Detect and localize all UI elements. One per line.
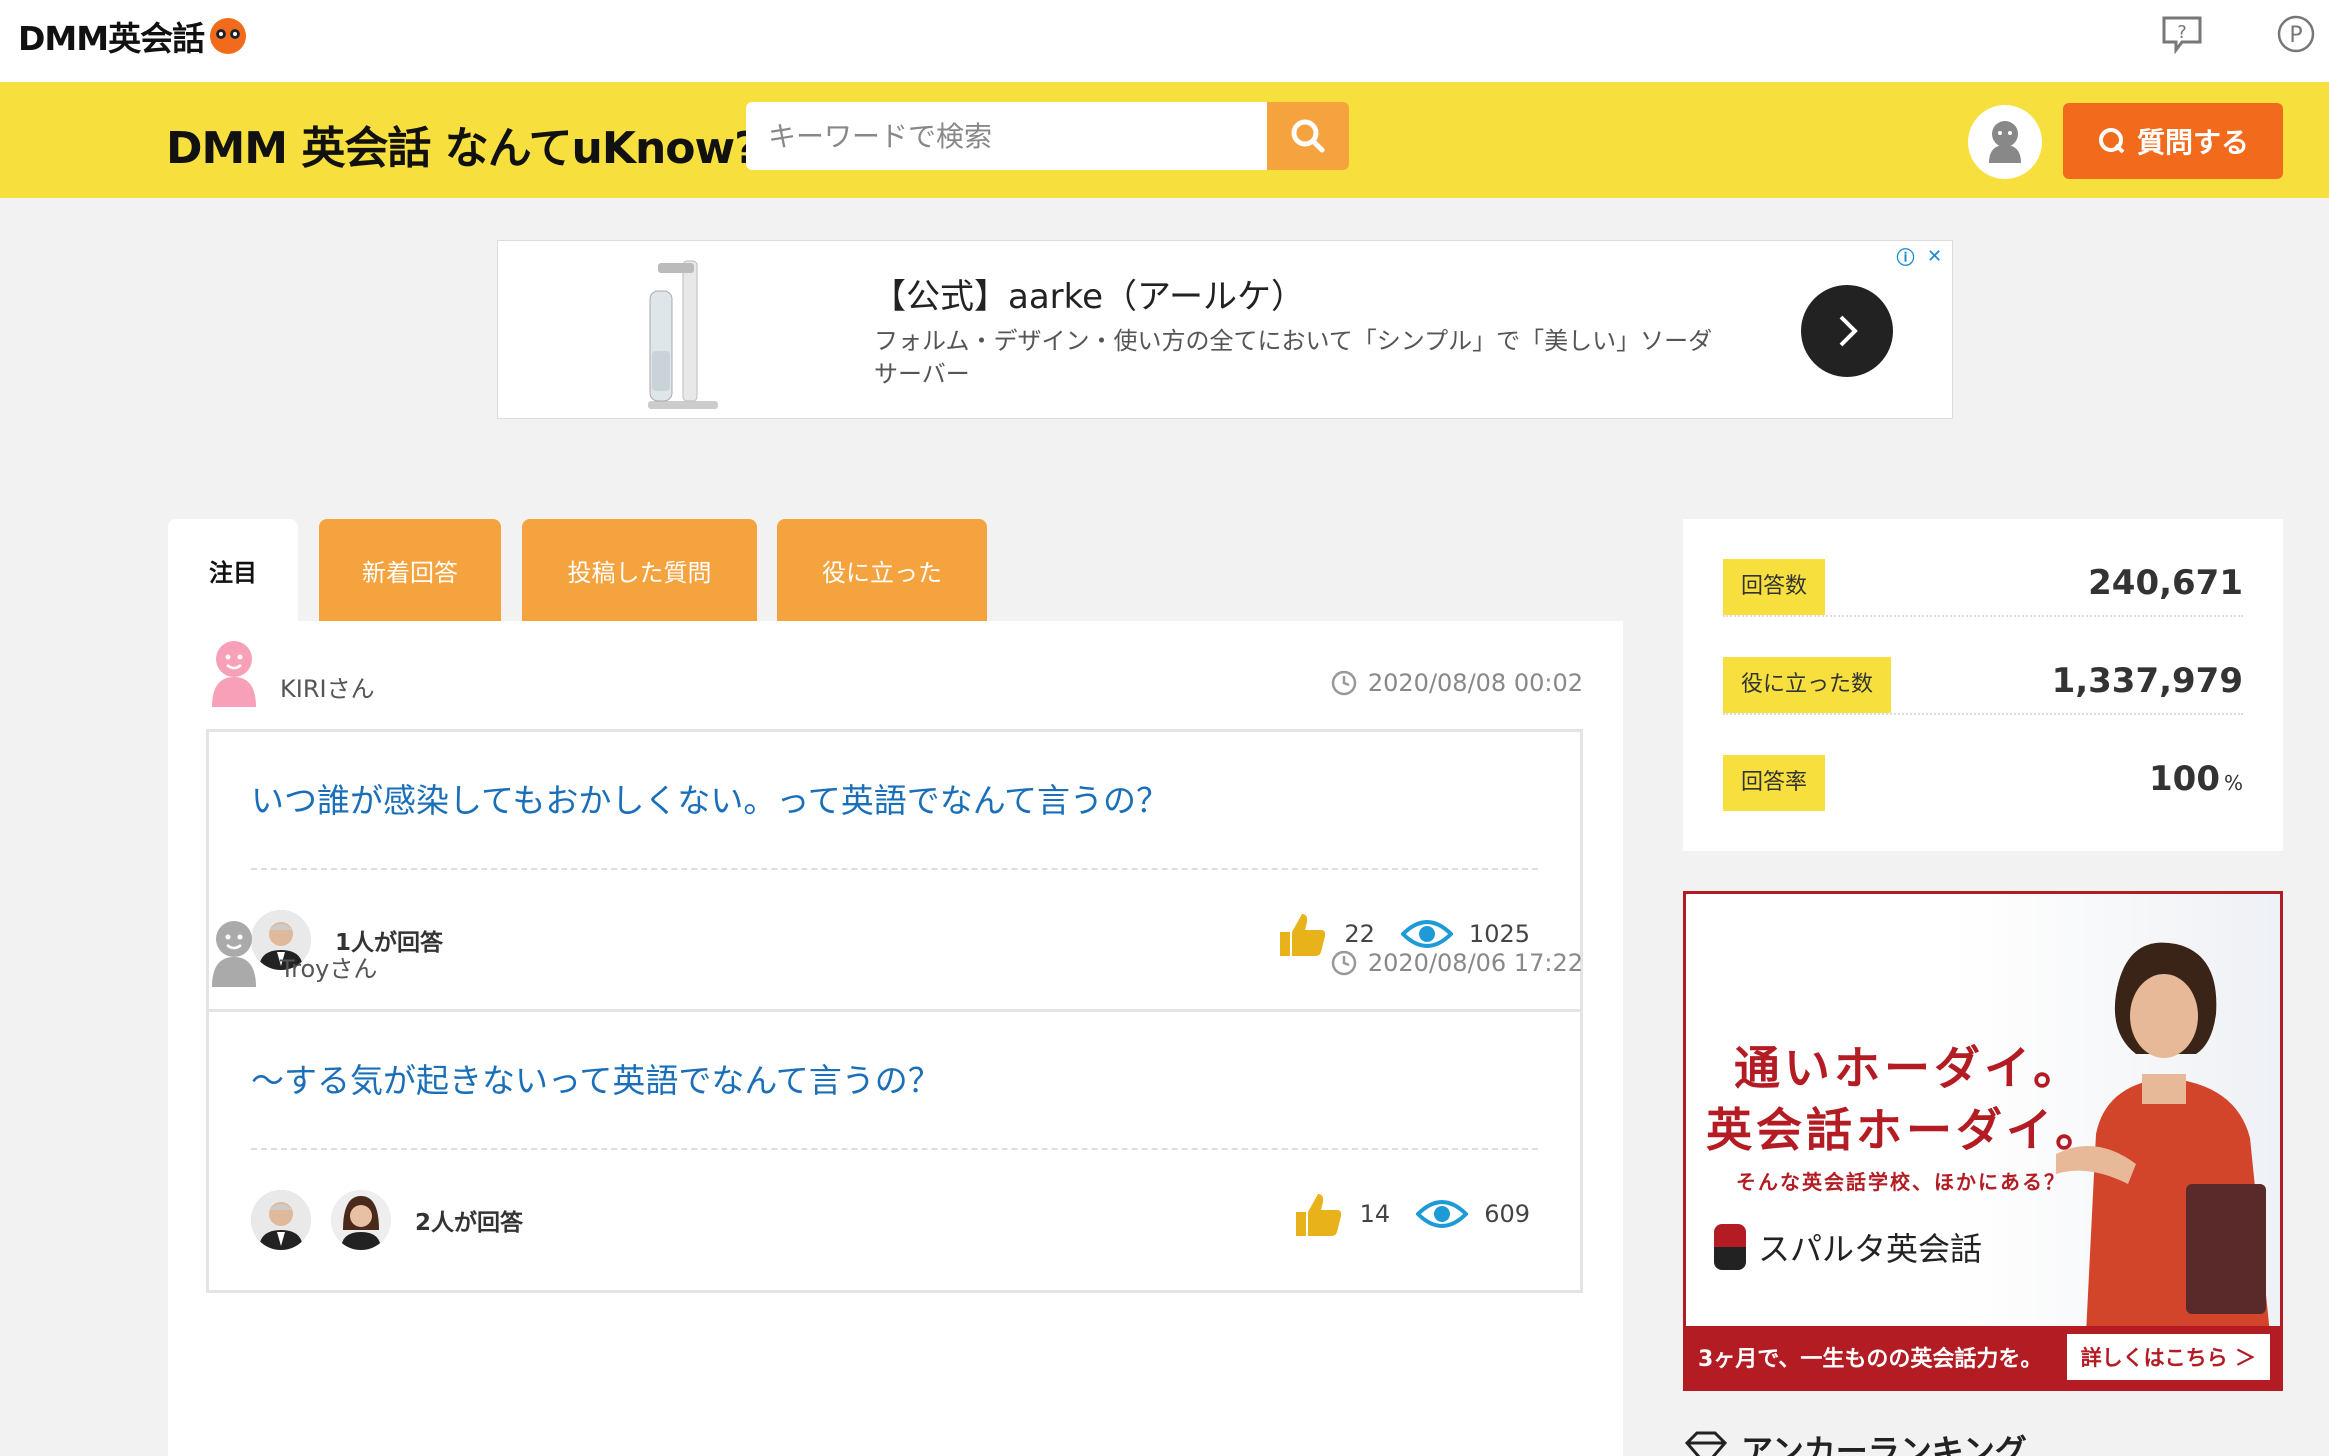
eye-icon (1416, 1200, 1469, 1228)
stat-value: 240,671 (2088, 563, 2243, 603)
ad-arrow-button[interactable] (1801, 285, 1893, 377)
user-avatar[interactable] (1968, 105, 2042, 179)
post-date: 2020/08/06 17:22 (1330, 949, 1583, 977)
answerers: 2人が回答 (251, 1190, 523, 1250)
post-username[interactable]: Troyさん (280, 949, 377, 984)
question-bubble-icon[interactable]: ? (2160, 14, 2204, 55)
owl-logo-icon (210, 18, 247, 54)
chevron-right-icon (1839, 315, 1858, 347)
post-date-text: 2020/08/06 17:22 (1367, 949, 1583, 977)
user-ghost-icon (1989, 121, 2021, 163)
card-divider (251, 868, 1538, 870)
dmm-logo-text: DMM英会話 (18, 19, 205, 58)
sidebar-ad-headline: 英会話ホーダイ。 (1706, 1103, 2106, 1157)
tab-helpful[interactable]: 役に立った (777, 519, 987, 621)
dmm-logo[interactable]: DMM英会話 (18, 12, 247, 60)
stat-value: 1,337,979 (2052, 661, 2243, 701)
sidebar-ad-headline: 通いホーダイ。 (1734, 1041, 2084, 1095)
ask-question-label: 質問する (2136, 126, 2249, 159)
stat-helpful: 役に立った数 1,337,979 (1723, 617, 2243, 715)
user-ghost-icon (212, 921, 256, 987)
answer-count: 2人が回答 (415, 1210, 524, 1236)
diamond-icon (1684, 1431, 1728, 1456)
stat-number: 240,671 (2088, 563, 2243, 603)
q-icon (2098, 128, 2125, 154)
tab-featured[interactable]: 注目 (168, 519, 298, 621)
site-stats-panel: 回答数 240,671 役に立った数 1,337,979 回答率 100% (1683, 519, 2283, 851)
ad-description: フォルム・デザイン・使い方の全てにおいて「シンプル」で「美しい」ソーダサーバー (874, 327, 1713, 388)
svg-text:?: ? (2177, 22, 2187, 43)
point-p-icon[interactable]: P (2276, 14, 2320, 54)
top-bar: DMM英会話 ? P (0, 0, 2329, 82)
question-card[interactable]: ～する気が起きないって英語でなんて言うの？ 2人が回答 14 609 (206, 1009, 1583, 1293)
sidebar-ad-details-button[interactable]: 詳しくはこちら ＞ (2066, 1334, 2270, 1380)
ad-info-icon[interactable]: ⓘ (1892, 243, 1919, 270)
thumbs-up-icon[interactable] (1292, 1188, 1344, 1240)
stat-unit: % (2223, 771, 2243, 795)
search-bar (746, 102, 1349, 170)
ad-banner[interactable]: 【公式】aarke（アールケ） フォルム・デザイン・使い方の全てにおいて「シンプ… (497, 240, 1953, 419)
ad-info-controls: ⓘ ✕ (1892, 243, 1948, 271)
stat-label: 回答数 (1723, 559, 1826, 615)
post-date: 2020/08/08 00:02 (1330, 669, 1583, 697)
stat-value: 100% (2149, 759, 2243, 799)
post-username[interactable]: KIRIさん (280, 669, 375, 704)
stat-number: 1,337,979 (2051, 661, 2243, 701)
ad-title: 【公式】aarke（アールケ） (872, 277, 1306, 317)
ranking-title: アンカーランキング (1741, 1432, 2027, 1456)
search-input[interactable] (746, 102, 1267, 170)
sidebar-ad[interactable]: 通いホーダイ。 英会話ホーダイ。 そんな英会話学校、ほかにある？ スパルタ英会話… (1683, 891, 2283, 1391)
stat-answer-rate: 回答率 100% (1723, 715, 2243, 813)
ad-close-icon[interactable]: ✕ (1921, 243, 1948, 270)
clock-icon (1331, 950, 1357, 976)
svg-text:P: P (2289, 23, 2302, 48)
view-count: 609 (1484, 1200, 1530, 1228)
search-icon (1291, 119, 1325, 153)
card-divider (251, 1148, 1538, 1150)
answerer-avatar[interactable] (251, 1190, 311, 1250)
stat-number: 100 (2149, 759, 2220, 799)
search-button[interactable] (1267, 102, 1349, 170)
ask-question-button[interactable]: 質問する (2063, 103, 2283, 179)
tab-posted-questions[interactable]: 投稿した質問 (522, 519, 757, 621)
site-header: DMM 英会話 なんてuKnow? 質問する (0, 82, 2329, 198)
ranking-heading: アンカーランキング (1683, 1426, 2027, 1456)
soda-maker-image (648, 260, 718, 409)
question-title[interactable]: ～する気が起きないって英語でなんて言うの？ (251, 1054, 941, 1102)
sidebar-ad-footer: 3ヶ月で、一生ものの英会話力を。 詳しくはこちら ＞ (1686, 1326, 2280, 1388)
sidebar-ad-brand: スパルタ英会話 (1714, 1224, 1982, 1270)
question-post: Troyさん 2020/08/06 17:22 ～する気が起きないって英語でなん… (206, 919, 1583, 1299)
post-stats: 14 609 (1292, 1188, 1530, 1240)
sidebar-ad-brand-name: スパルタ英会話 (1758, 1230, 1983, 1268)
sparta-logo-icon (1714, 1224, 1746, 1270)
sidebar-ad-subline: そんな英会話学校、ほかにある？ (1736, 1170, 2066, 1194)
stat-answers: 回答数 240,671 (1723, 519, 2243, 617)
answerer-avatar[interactable] (331, 1190, 391, 1250)
stat-label: 役に立った数 (1723, 657, 1892, 713)
clock-icon (1331, 670, 1357, 696)
user-ghost-icon (212, 641, 256, 707)
tab-new-answers[interactable]: 新着回答 (319, 519, 501, 621)
post-date-text: 2020/08/08 00:02 (1367, 669, 1583, 697)
stat-label: 回答率 (1723, 755, 1826, 811)
question-title[interactable]: いつ誰が感染してもおかしくない。って英語でなんて言うの？ (251, 774, 1169, 822)
like-count: 14 (1359, 1200, 1391, 1228)
question-feed: KIRIさん 2020/08/08 00:02 いつ誰が感染してもおかしくない。… (168, 621, 1623, 1456)
sidebar-ad-footer-text: 3ヶ月で、一生ものの英会話力を。 (1698, 1347, 2043, 1372)
site-title[interactable]: DMM 英会話 なんてuKnow? (166, 112, 760, 176)
